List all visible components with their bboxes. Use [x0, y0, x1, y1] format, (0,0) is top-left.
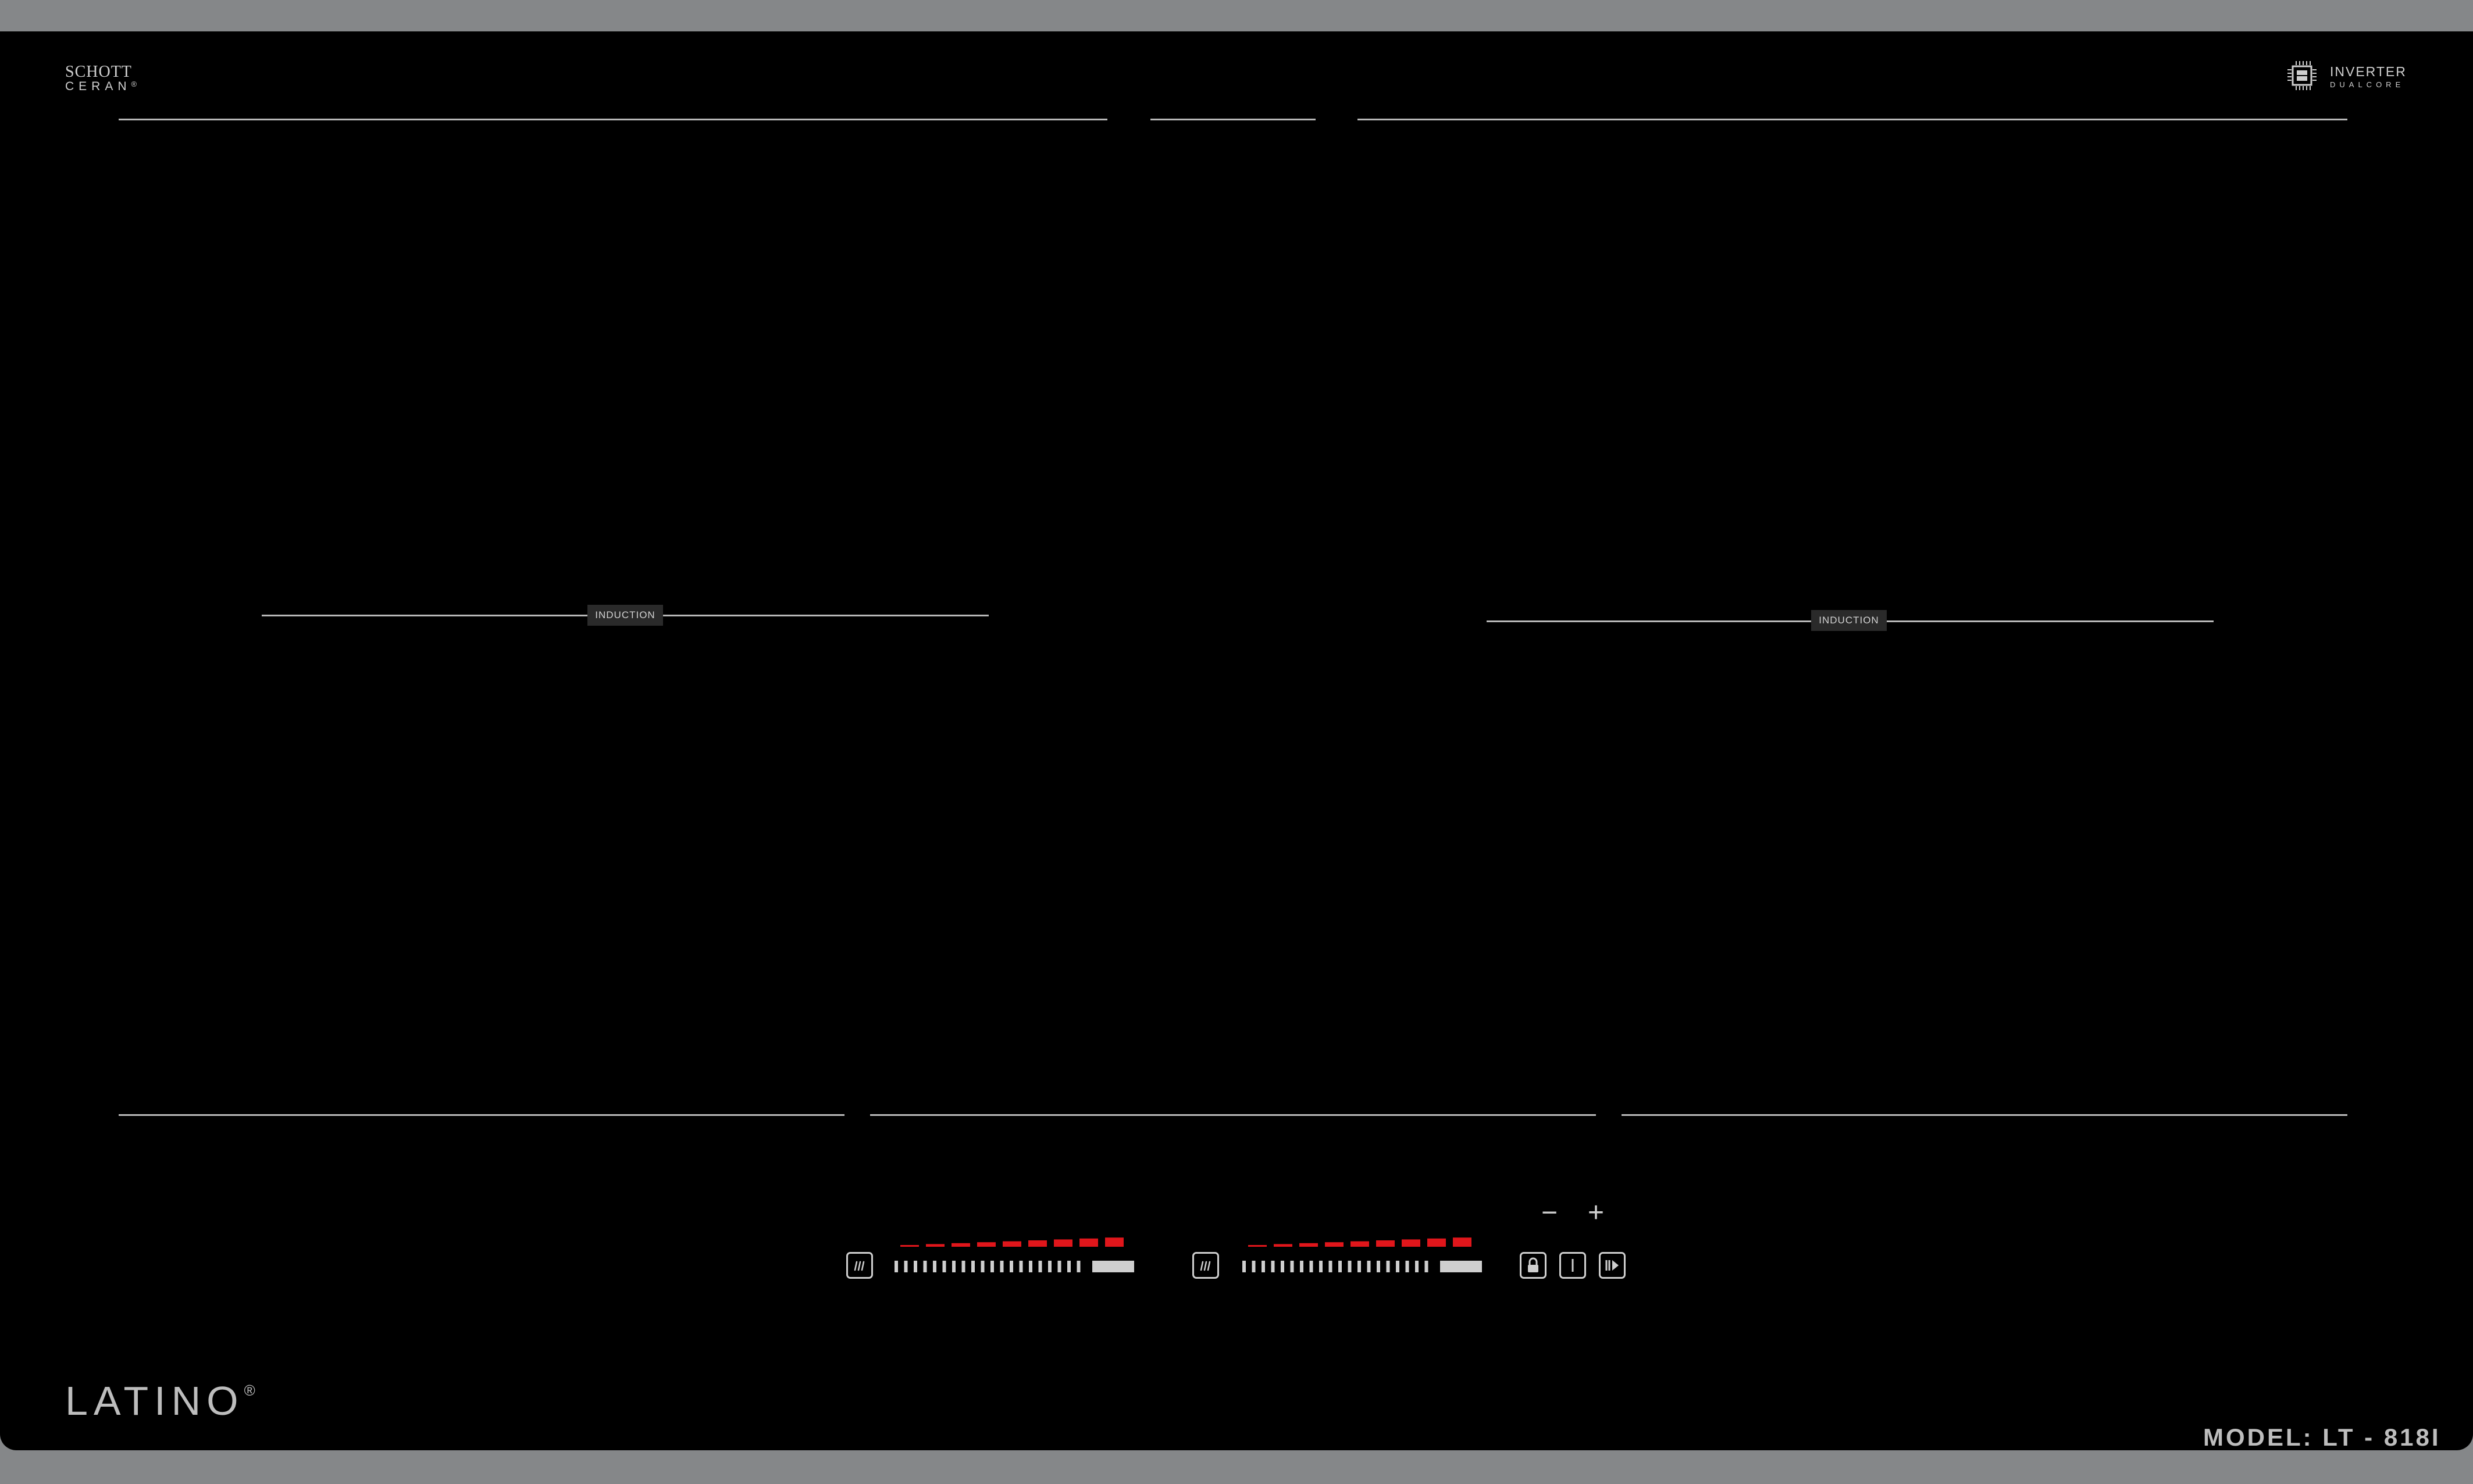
heat-zone-icon — [1200, 1261, 1211, 1271]
bottom-line-center — [870, 1114, 1596, 1116]
top-line-center — [1150, 119, 1316, 120]
left-zone-select-button[interactable] — [846, 1252, 873, 1279]
right-zone-power-slider[interactable] — [1242, 1223, 1487, 1282]
schott-logo-text: SCHOTT — [65, 63, 132, 81]
slider-tick — [895, 1261, 898, 1272]
level-indicator-segment — [1248, 1245, 1267, 1247]
slider-tick — [1010, 1261, 1013, 1272]
slider-tick — [1262, 1261, 1265, 1272]
slider-tick — [914, 1261, 917, 1272]
level-indicator-segment — [1299, 1243, 1318, 1247]
level-indicator-segment — [1350, 1241, 1369, 1247]
slider-tick — [1242, 1261, 1246, 1272]
slider-tick — [1367, 1261, 1371, 1272]
level-indicator-segment — [1325, 1242, 1344, 1247]
minus-button[interactable]: − — [1541, 1199, 1558, 1227]
latino-reg-mark: ® — [244, 1382, 255, 1399]
level-indicator-segment — [1427, 1238, 1446, 1247]
slider-tick — [1348, 1261, 1352, 1272]
slider-tick — [952, 1261, 956, 1272]
slider-tick — [1038, 1261, 1042, 1272]
bottom-line-right — [1622, 1114, 2347, 1116]
left-zone-power-slider[interactable] — [895, 1223, 1139, 1282]
inverter-label: INVERTER — [2330, 64, 2407, 79]
boost-icon — [1605, 1260, 1619, 1271]
slider-max-block — [1092, 1261, 1134, 1272]
slider-tick — [1338, 1261, 1342, 1272]
level-indicator-segment — [1453, 1237, 1471, 1247]
slider-tick — [1405, 1261, 1409, 1272]
level-indicator-segment — [1028, 1240, 1047, 1247]
level-indicator-segment — [952, 1243, 970, 1247]
boost-button[interactable] — [1599, 1252, 1626, 1279]
slider-tick — [1067, 1261, 1071, 1272]
slider-tick — [1290, 1261, 1294, 1272]
slider-tick — [1252, 1261, 1256, 1272]
top-line-right — [1357, 119, 2347, 120]
slider-tick — [1328, 1261, 1332, 1272]
lock-button[interactable] — [1520, 1252, 1546, 1279]
slider-tick — [1424, 1261, 1428, 1272]
slider-tick — [1377, 1261, 1380, 1272]
level-indicator-segment — [1003, 1241, 1021, 1247]
slider-tick — [981, 1261, 985, 1272]
model-label: MODEL: LT - 818I — [2203, 1424, 2441, 1450]
bottom-line-left — [119, 1114, 844, 1116]
slider-tick — [971, 1261, 975, 1272]
cooktop-glass-panel: SCHOTT CERAN® INVERTER DUALCORE INDUCTIO… — [0, 31, 2473, 1450]
ceran-logo-text: CERAN — [65, 80, 131, 93]
schott-ceran-logo: SCHOTT CERAN® — [65, 63, 137, 93]
slider-tick — [1019, 1261, 1023, 1272]
slider-tick — [904, 1261, 908, 1272]
slider-tick — [1396, 1261, 1399, 1272]
power-button[interactable] — [1559, 1252, 1586, 1279]
slider-tick — [961, 1261, 965, 1272]
level-indicator-segment — [1402, 1239, 1420, 1247]
level-indicator-segment — [900, 1245, 919, 1247]
level-indicator-segment — [1054, 1239, 1072, 1247]
latino-logo: LATINO® — [65, 1380, 255, 1421]
slider-tick — [1357, 1261, 1361, 1272]
slider-tick — [933, 1261, 936, 1272]
level-indicator-segment — [926, 1244, 945, 1247]
heat-zone-icon — [854, 1261, 865, 1271]
slider-tick — [990, 1261, 994, 1272]
slider-tick — [942, 1261, 946, 1272]
right-zone-induction-label: INDUCTION — [1811, 610, 1887, 631]
level-indicator-segment — [977, 1242, 996, 1247]
schott-reg-mark: ® — [131, 80, 137, 88]
slider-tick — [923, 1261, 927, 1272]
left-zone-induction-label: INDUCTION — [587, 605, 663, 626]
top-line-left — [119, 119, 1107, 120]
slider-tick — [1029, 1261, 1032, 1272]
slider-tick — [1300, 1261, 1303, 1272]
level-indicator-segment — [1274, 1244, 1292, 1247]
latino-logo-text: LATINO — [65, 1378, 244, 1424]
level-indicator-segment — [1079, 1238, 1098, 1247]
plus-button[interactable]: + — [1588, 1199, 1604, 1227]
slider-tick — [1415, 1261, 1419, 1272]
lock-icon — [1528, 1257, 1538, 1272]
chip-icon — [2287, 61, 2317, 90]
slider-tick — [1281, 1261, 1284, 1272]
slider-tick — [1057, 1261, 1061, 1272]
slider-tick — [1271, 1261, 1275, 1272]
slider-tick — [1048, 1261, 1052, 1272]
level-indicator-segment — [1376, 1240, 1395, 1247]
dualcore-label: DUALCORE — [2330, 80, 2405, 89]
slider-max-block — [1440, 1261, 1482, 1272]
slider-tick — [1077, 1261, 1081, 1272]
slider-tick — [1386, 1261, 1390, 1272]
power-icon — [1572, 1259, 1574, 1272]
level-indicator-segment — [1105, 1237, 1124, 1247]
slider-tick — [1309, 1261, 1313, 1272]
slider-tick — [1000, 1261, 1004, 1272]
slider-tick — [1319, 1261, 1323, 1272]
right-zone-select-button[interactable] — [1192, 1252, 1219, 1279]
